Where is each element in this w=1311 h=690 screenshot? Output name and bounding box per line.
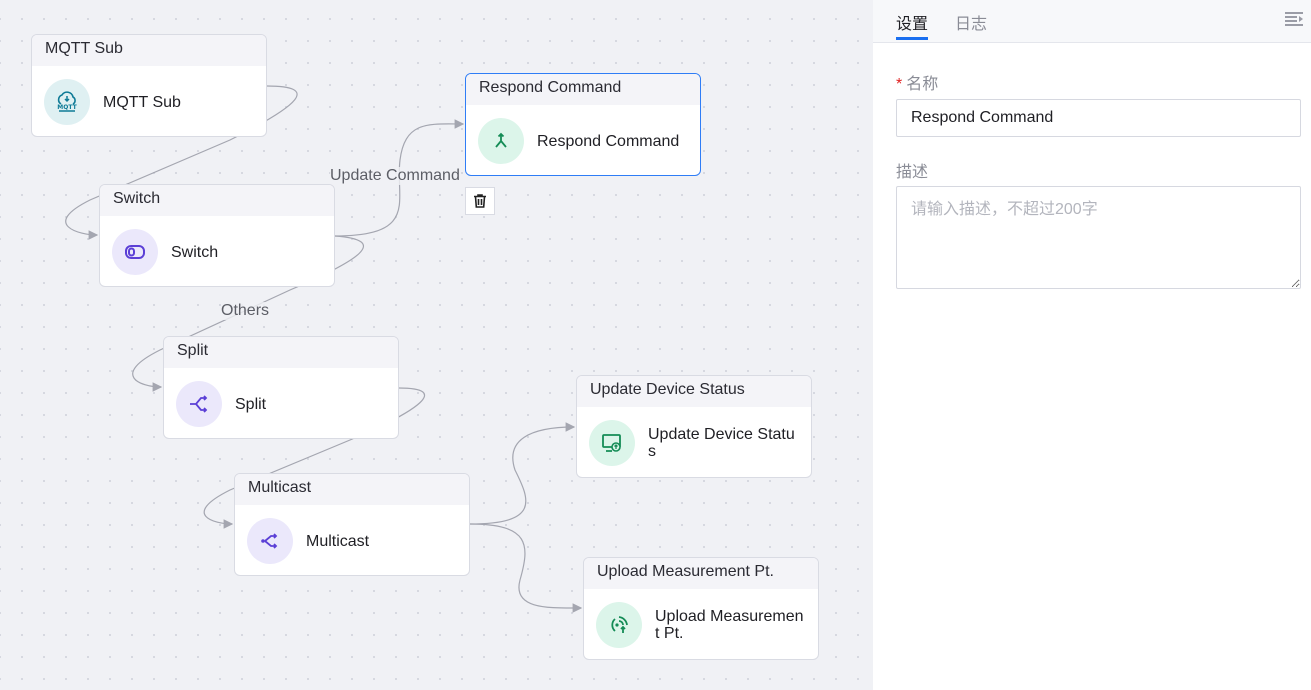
node-respond[interactable]: Respond Command Respond Command [465,73,701,176]
node-multicast[interactable]: Multicast Multicast [234,473,470,576]
multicast-icon [247,518,293,564]
node-label: Switch [171,243,219,261]
toggle-switch-icon [112,229,158,275]
required-mark: * [896,76,903,93]
node-header: Switch [100,185,334,216]
node-body: Multicast [235,505,469,575]
delete-node-button[interactable] [465,187,495,215]
node-body: Upload Measurement Pt. [584,589,818,659]
node-header: MQTT Sub [32,35,266,66]
node-body: Respond Command [466,105,700,175]
node-body: Split [164,368,398,438]
svg-text:MQTT: MQTT [57,104,77,111]
node-upload[interactable]: Upload Measurement Pt. Upload Measuremen… [583,557,819,660]
node-header: Upload Measurement Pt. [584,558,818,589]
node-body: Switch [100,216,334,286]
trash-icon [474,194,486,208]
edge-label-others: Others [221,302,270,320]
split-icon [176,381,222,427]
node-header: Split [164,337,398,368]
node-mqtt[interactable]: MQTT Sub MQTT MQTT Sub [31,34,267,137]
node-label: Respond Command [537,132,680,150]
collapse-panel-icon[interactable] [1285,12,1303,26]
description-textarea[interactable] [896,186,1301,289]
mqtt-cloud-icon: MQTT [44,79,90,125]
edge-multicast-update [469,422,576,525]
upload-measurement-icon [596,602,642,648]
merge-arrow-icon [478,118,524,164]
node-label: Multicast [306,532,370,550]
node-label: Split [235,395,267,413]
node-switch[interactable]: Switch Switch [99,184,335,287]
tab-logs[interactable]: 日志 [955,10,987,34]
node-body: Update Device Status [577,407,811,477]
node-header: Multicast [235,474,469,505]
name-input[interactable] [896,99,1301,137]
tab-settings[interactable]: 设置 [896,10,929,40]
node-label: MQTT Sub [103,93,181,111]
edge-label-update-command: Update Command [330,167,460,185]
node-label: Upload Measurement Pt. [655,608,804,642]
node-label: Update Device Status [648,426,795,460]
node-header: Respond Command [466,74,700,105]
device-status-icon [589,420,635,466]
name-label-text: 名称 [906,76,939,93]
panel-tabs: 设置 日志 [873,0,1311,43]
desc-label: 描述 [896,164,929,181]
edge-multicast-upload [469,523,583,613]
name-label: * 名称 [896,70,938,94]
node-header: Update Device Status [577,376,811,407]
properties-panel: 设置 日志 *名称 描述 [873,0,1311,690]
node-split[interactable]: Split Split [163,336,399,439]
node-update[interactable]: Update Device Status Update Device Statu… [576,375,812,478]
node-body: MQTT MQTT Sub [32,66,266,136]
